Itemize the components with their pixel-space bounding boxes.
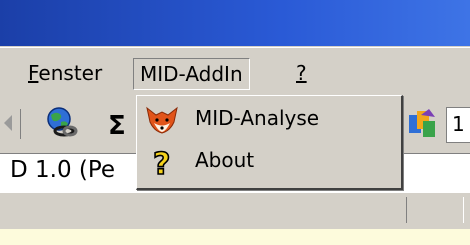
- toolbar-separator: [20, 109, 21, 139]
- web-link-icon[interactable]: [44, 105, 78, 139]
- document-title: D 1.0 (Pe: [10, 157, 116, 183]
- menu-help-label: ?: [296, 61, 307, 85]
- scroll-arrow-icon[interactable]: [0, 113, 14, 133]
- menu-fenster[interactable]: Fenster: [22, 58, 108, 88]
- menu-fenster-label: enster: [38, 61, 103, 85]
- menu-mid-addin-label: MID-AddIn: [140, 62, 243, 86]
- mid-addin-dropdown-menu: MID-Analyse ? About: [136, 95, 403, 190]
- menu-help[interactable]: ?: [290, 58, 313, 88]
- menu-item-mid-analyse[interactable]: MID-Analyse: [141, 100, 397, 140]
- column-header-row: [0, 192, 470, 230]
- menu-item-about[interactable]: ? About: [141, 142, 397, 182]
- zoom-field[interactable]: 1: [446, 107, 470, 143]
- menu-bar: Fenster MID-AddIn ?: [0, 50, 470, 95]
- fox-icon: [146, 106, 178, 134]
- svg-text:?: ?: [153, 147, 170, 178]
- chart-wizard-icon[interactable]: [405, 107, 439, 141]
- column-header-cell[interactable]: [406, 197, 464, 223]
- menu-item-about-label: About: [195, 148, 255, 172]
- content-area: [0, 229, 470, 245]
- question-mark-icon: ?: [152, 146, 171, 178]
- divider: [0, 47, 470, 48]
- menu-fenster-mnemonic: F: [28, 61, 39, 85]
- window-title-bar: [0, 0, 470, 46]
- menu-item-mid-analyse-label: MID-Analyse: [195, 106, 320, 130]
- menu-mid-addin[interactable]: MID-AddIn: [133, 58, 250, 90]
- autosum-icon[interactable]: Σ: [108, 111, 126, 141]
- zoom-field-text: 1: [452, 112, 465, 136]
